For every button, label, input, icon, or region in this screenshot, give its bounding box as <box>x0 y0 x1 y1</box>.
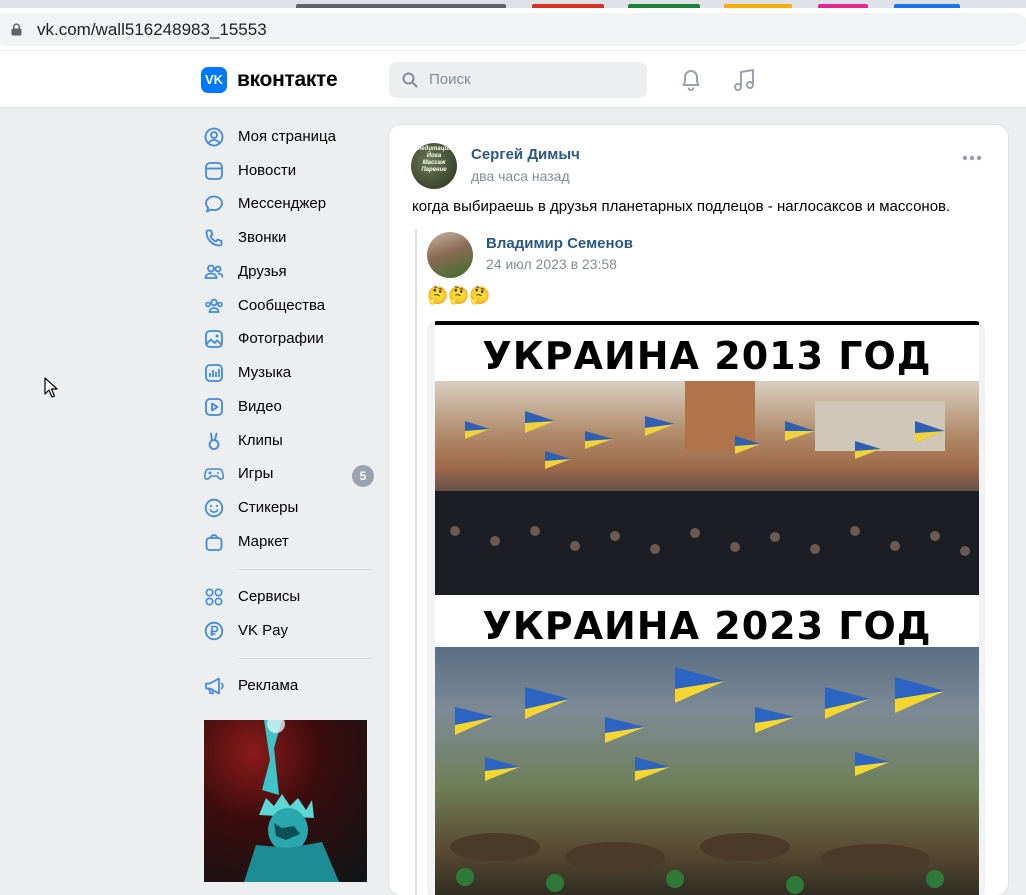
statue-of-liberty-illustration <box>244 720 339 882</box>
sidebar-item-services[interactable]: Сервисы <box>200 581 380 613</box>
url-text[interactable]: vk.com/wall516248983_15553 <box>37 19 267 41</box>
sidebar-item-label: Друзья <box>238 263 287 280</box>
mouse-cursor-icon <box>44 377 58 398</box>
sidebar-item-label: Моя страница <box>238 128 336 145</box>
sidebar-item-clips[interactable]: Клипы <box>200 425 380 457</box>
avatar-caption: Медитация Йога Массаж Парение <box>416 146 452 173</box>
sidebar-item-stickers[interactable]: Стикеры <box>200 492 380 524</box>
user-circle-icon <box>204 127 224 147</box>
sidebar-item-label: Музыка <box>238 364 292 381</box>
crowd-with-flags-photo <box>435 381 979 595</box>
sidebar-item-video[interactable]: Видео <box>200 391 380 423</box>
sidebar-item-my-page[interactable]: Моя страница <box>200 121 380 153</box>
sidebar-item-label: Сервисы <box>238 588 301 605</box>
sidebar-item-photos[interactable]: Фотографии <box>200 323 380 355</box>
sidebar-item-calls[interactable]: Звонки <box>200 222 380 254</box>
sidebar-item-label: VK Pay <box>238 622 289 639</box>
sidebar-item-label: Фотографии <box>238 330 324 347</box>
services-icon <box>205 588 223 606</box>
post-author-name[interactable]: Сергей Димыч <box>471 146 580 164</box>
sidebar-item-label: Клипы <box>238 432 283 449</box>
vkpay-icon <box>204 621 224 641</box>
games-count-badge: 5 <box>352 465 374 487</box>
clips-icon <box>208 432 220 450</box>
music-icon <box>205 364 223 382</box>
music-player-icon[interactable] <box>732 67 756 93</box>
notifications-bell-icon[interactable] <box>679 68 703 92</box>
post-image-container[interactable]: УКРАИНА 2013 ГОД УКРАИНА 2023 ГОД <box>427 321 985 895</box>
repost-author-name[interactable]: Владимир Семенов <box>486 235 633 253</box>
search-box[interactable]: Поиск <box>389 62 647 98</box>
post-author-avatar[interactable]: Медитация Йога Массаж Парение <box>411 143 457 189</box>
sidebar-item-friends[interactable]: Друзья <box>200 256 380 288</box>
friends-icon <box>204 264 224 279</box>
photo-caption-bottom: УКРАИНА 2023 ГОД <box>482 604 932 648</box>
sidebar-item-music[interactable]: Музыка <box>200 357 380 389</box>
search-input[interactable]: Поиск <box>429 71 471 89</box>
sidebar-item-market[interactable]: Маркет <box>200 526 380 558</box>
post-timestamp[interactable]: два часа назад <box>471 167 570 185</box>
more-options-icon[interactable] <box>962 155 982 161</box>
flags-crowd-illustration <box>435 381 979 595</box>
games-icon <box>204 468 224 480</box>
cemetery-flags-photo <box>435 647 979 895</box>
browser-address-bar: vk.com/wall516248983_15553 <box>0 8 1026 50</box>
market-icon <box>205 534 223 551</box>
sidebar-divider <box>238 569 373 570</box>
communities-icon <box>205 298 223 313</box>
repost-timestamp[interactable]: 24 июл 2023 в 23:58 <box>486 255 617 273</box>
sidebar-ad-image[interactable] <box>204 720 367 882</box>
ads-icon <box>205 677 224 695</box>
sidebar-item-label: Сообщества <box>238 297 326 314</box>
sidebar-item-label: Новости <box>238 162 297 179</box>
photo-caption-top: УКРАИНА 2013 ГОД <box>482 334 932 378</box>
photo-icon <box>205 330 223 348</box>
repost-emoji-text: 🤔🤔🤔 <box>427 286 491 305</box>
sidebar-item-news[interactable]: Новости <box>200 155 380 187</box>
repost-author-avatar[interactable] <box>427 232 473 278</box>
vk-logo[interactable]: VK <box>201 67 227 93</box>
sidebar-divider <box>238 658 373 659</box>
wall-post-card: Медитация Йога Массаж Парение Сергей Дим… <box>389 125 1008 895</box>
cemetery-illustration <box>450 667 945 894</box>
stickers-icon <box>204 498 224 518</box>
sidebar-item-messenger[interactable]: Мессенджер <box>200 188 380 220</box>
search-icon <box>402 72 418 88</box>
vk-brand-name[interactable]: вконтакте <box>237 66 338 94</box>
video-icon <box>205 398 223 416</box>
newsfeed-icon <box>205 162 223 180</box>
post-photo[interactable]: УКРАИНА 2013 ГОД УКРАИНА 2023 ГОД <box>435 321 979 895</box>
message-icon <box>205 195 223 213</box>
sidebar-item-label: Мессенджер <box>238 195 327 212</box>
post-text: когда выбираешь в друзья планетарных под… <box>412 198 951 215</box>
sidebar-item-label: Реклама <box>238 677 299 694</box>
phone-icon <box>205 229 223 247</box>
sidebar-item-label: Видео <box>238 398 282 415</box>
sidebar-item-label: Маркет <box>238 533 289 550</box>
sidebar-item-communities[interactable]: Сообщества <box>200 290 380 322</box>
sidebar-item-label: Игры <box>238 465 274 482</box>
vk-top-header: VK вконтакте Поиск <box>0 51 1026 108</box>
photo-top-border <box>435 321 979 325</box>
browser-tab-strip <box>0 0 1026 8</box>
repost-indent-line <box>415 229 417 895</box>
sidebar-item-ads[interactable]: Реклама <box>200 670 380 702</box>
sidebar-item-vkpay[interactable]: VK Pay <box>200 615 380 647</box>
lock-icon[interactable] <box>11 23 22 36</box>
sidebar-item-games[interactable]: Игры 5 <box>200 458 380 490</box>
sidebar-item-label: Звонки <box>238 229 287 246</box>
sidebar-item-label: Стикеры <box>238 499 299 516</box>
